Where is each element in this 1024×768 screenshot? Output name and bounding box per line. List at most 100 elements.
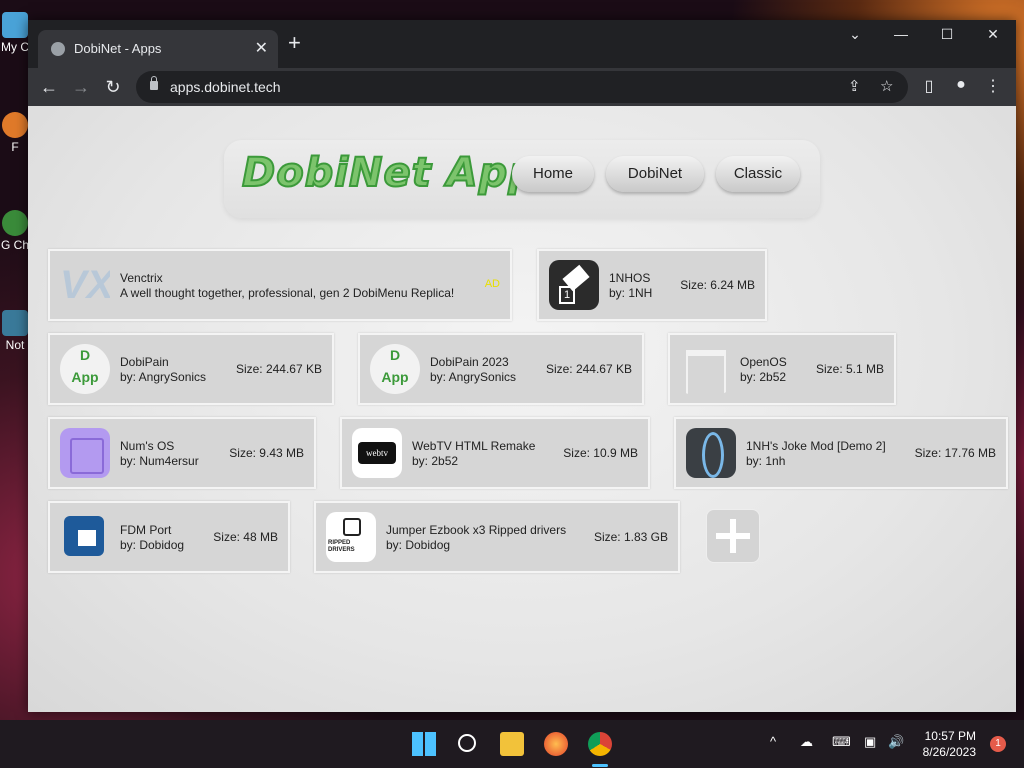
tab-close-icon[interactable]: ✕ [255, 38, 268, 58]
window-icon [680, 344, 730, 394]
app-card[interactable]: D App DobiPain 2023 by: AngrySonics Size:… [358, 333, 644, 405]
chrome-icon [2, 210, 28, 236]
notepad-icon [2, 310, 28, 336]
app-card[interactable]: webtv WebTV HTML Remake by: 2b52 Size: 1… [340, 417, 650, 489]
app-size: Size: 48 MB [213, 530, 278, 544]
forward-button[interactable]: → [68, 74, 94, 100]
app-size: Size: 244.67 KB [545, 362, 632, 376]
taskbar: ^ ☁ ⌨ ▣ 🔊 10:57 PM 8/26/2023 1 [0, 720, 1024, 768]
desktop-icon-firefox[interactable]: F [0, 112, 30, 154]
app-author: by: 2b52 [740, 370, 787, 384]
app-name: 1NH's Joke Mod [Demo 2] [746, 439, 886, 453]
browser-toolbar: ← → ↻ apps.dobinet.tech ⇪ ☆ ▯ ● ⋮ [28, 68, 1016, 106]
portal-icon [686, 428, 736, 478]
nav-classic-button[interactable]: Classic [716, 156, 800, 192]
dobipain-icon: D App [370, 344, 420, 394]
app-card[interactable]: OpenOS by: 2b52 Size: 5.1 MB [668, 333, 896, 405]
notification-badge[interactable]: 1 [990, 736, 1006, 752]
app-author: by: AngrySonics [120, 370, 207, 384]
address-bar[interactable]: apps.dobinet.tech ⇪ ☆ [136, 71, 908, 103]
app-card[interactable]: 1NH's Joke Mod [Demo 2] by: 1nh Size: 17… [674, 417, 1008, 489]
ad-badge: AD [484, 278, 500, 290]
nav-home-button[interactable]: Home [512, 156, 594, 192]
clock[interactable]: 10:57 PM 8/26/2023 [923, 728, 976, 760]
app-author: by: Dobidog [386, 538, 451, 552]
tray-chevron-icon[interactable]: ^ [770, 734, 776, 749]
browser-window: DobiNet - Apps ✕ + ⌄ — ☐ ✕ ← → ↻ apps.do… [28, 20, 1016, 712]
desktop-icon-label: G Ch [0, 238, 29, 252]
reload-button[interactable]: ↻ [100, 74, 126, 100]
app-name: DobiPain 2023 [430, 355, 509, 369]
menu-icon[interactable]: ⋮ [982, 76, 1004, 96]
tab-bar: DobiNet - Apps ✕ + ⌄ — ☐ ✕ [28, 20, 1016, 68]
desktop-icon-label: F [11, 140, 19, 154]
maximize-button[interactable]: ☐ [932, 26, 962, 43]
app-author: by: 2b52 [412, 454, 459, 468]
desktop-icon-notepad[interactable]: Not [0, 310, 30, 352]
app-size: Size: 17.76 MB [914, 446, 996, 460]
app-name: Num's OS [120, 439, 175, 453]
app-author: by: 1NH [609, 286, 653, 300]
app-name: OpenOS [740, 355, 787, 369]
clock-date: 8/26/2023 [922, 745, 976, 759]
app-name: FDM Port [120, 523, 172, 537]
new-tab-button[interactable]: + [288, 32, 301, 54]
desktop-icon-chrome[interactable]: G Ch [0, 210, 30, 252]
chrome-icon[interactable] [588, 732, 612, 756]
sidepanel-icon[interactable]: ▯ [918, 76, 940, 96]
dobipain-icon: D App [60, 344, 110, 394]
app-card[interactable]: Num's OS by: Num4ersur Size: 9.43 MB [48, 417, 316, 489]
app-card[interactable]: 1 1NHOS by: 1NH Size: 6.24 MB [537, 249, 767, 321]
start-icon[interactable] [412, 732, 436, 756]
app-size: Size: 1.83 GB [593, 530, 668, 544]
page-content: DobiNet Apps Home DobiNet Classic VX Ven… [28, 106, 1016, 712]
nav-dobinet-button[interactable]: DobiNet [606, 156, 704, 192]
url-text: apps.dobinet.tech [170, 79, 281, 95]
num-icon [60, 428, 110, 478]
star-icon[interactable]: ☆ [880, 77, 893, 95]
eraser-icon: 1 [549, 260, 599, 310]
add-app-icon[interactable] [706, 509, 760, 563]
desktop-icon-label: My C [1, 40, 29, 54]
firefox-icon [2, 112, 28, 138]
minimize-button[interactable]: — [886, 26, 916, 42]
clock-time: 10:57 PM [924, 729, 976, 743]
app-size: Size: 10.9 MB [563, 446, 638, 460]
onedrive-icon[interactable]: ☁ [800, 734, 813, 750]
fdm-icon [60, 512, 110, 562]
desktop-icon-label: Not [5, 338, 25, 352]
app-size: Size: 5.1 MB [815, 362, 884, 376]
app-author: by: Num4ersur [120, 454, 199, 468]
app-size: Size: 6.24 MB [680, 278, 755, 292]
back-button[interactable]: ← [36, 74, 62, 100]
share-icon[interactable]: ⇪ [848, 77, 861, 95]
webtv-icon: webtv [352, 428, 402, 478]
close-window-button[interactable]: ✕ [978, 26, 1008, 43]
search-icon[interactable] [456, 732, 480, 756]
app-size: Size: 9.43 MB [229, 446, 304, 460]
app-description: A well thought together, professional, g… [120, 286, 455, 300]
profile-icon[interactable]: ● [950, 76, 972, 94]
firefox-icon[interactable] [544, 732, 568, 756]
tab-dobinet-apps[interactable]: DobiNet - Apps ✕ [38, 30, 278, 68]
lock-icon [150, 76, 158, 90]
active-app-indicator [592, 764, 608, 767]
app-card[interactable]: D App DobiPain by: AngrySonics Size: 244.… [48, 333, 334, 405]
file-explorer-icon[interactable] [500, 732, 524, 756]
network-icon[interactable]: ▣ [864, 734, 876, 750]
app-card[interactable]: FDM Port by: Dobidog Size: 48 MB [48, 501, 290, 573]
keyboard-icon[interactable]: ⌨ [832, 734, 851, 750]
desktop-icon-my-computer[interactable]: My C [0, 12, 30, 54]
site-header: DobiNet Apps Home DobiNet Classic [224, 140, 820, 218]
app-card[interactable]: RIPPED DRIVERS Jumper Ezbook x3 Ripped d… [314, 501, 680, 573]
app-name: Jumper Ezbook x3 Ripped drivers [386, 523, 567, 537]
globe-icon [51, 42, 65, 56]
app-name: DobiPain [120, 355, 169, 369]
app-author: by: AngrySonics [430, 370, 517, 384]
jumper-icon: RIPPED DRIVERS [326, 512, 376, 562]
tab-search-icon[interactable]: ⌄ [840, 26, 870, 43]
volume-icon[interactable]: 🔊 [888, 734, 904, 750]
venctrix-icon: VX [60, 263, 110, 307]
featured-app-card[interactable]: VX Venctrix A well thought together, pro… [48, 249, 512, 321]
app-author: by: Dobidog [120, 538, 185, 552]
